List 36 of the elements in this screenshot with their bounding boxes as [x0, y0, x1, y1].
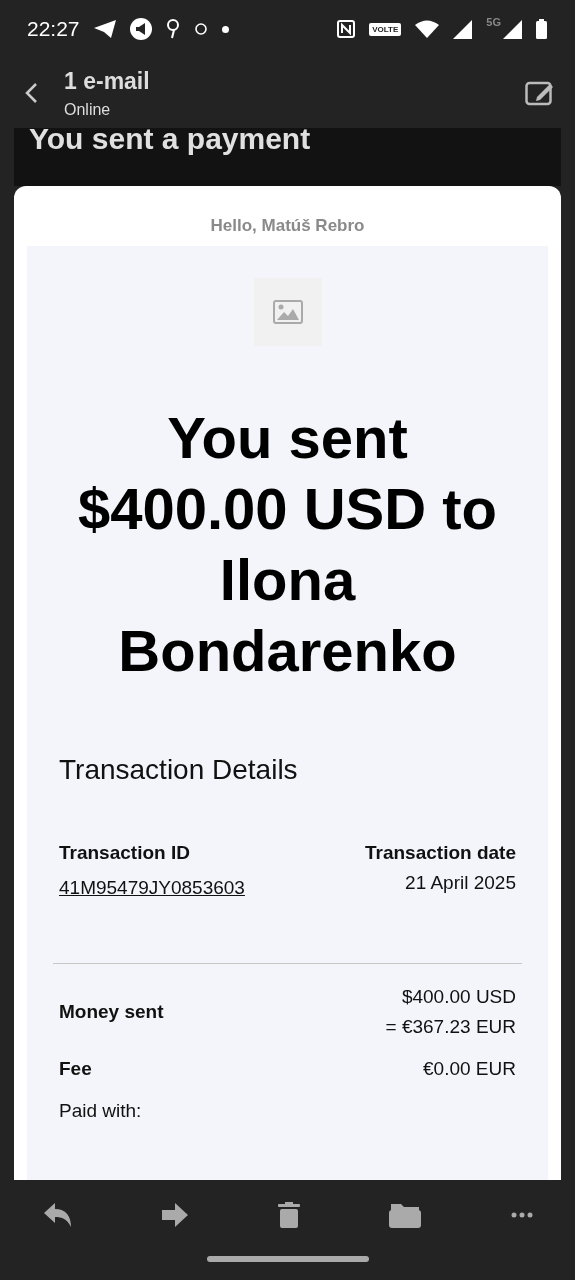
nfc-icon — [337, 20, 356, 38]
folder-icon — [389, 1202, 422, 1228]
wifi-icon — [415, 20, 440, 38]
header-title: 1 e-mail — [64, 67, 151, 95]
email-subject: You sent a payment — [29, 128, 312, 156]
header-subtitle: Online — [64, 100, 112, 119]
battery-icon — [536, 19, 547, 39]
volte-badge: VOLTE — [369, 22, 402, 36]
reply-icon — [44, 1203, 72, 1227]
clock-time: 22:27 — [27, 17, 80, 41]
forward-icon — [161, 1203, 188, 1227]
network-type: 5G — [486, 16, 501, 28]
paper-plane-icon — [93, 20, 116, 38]
trash-icon — [277, 1202, 300, 1228]
section-title: Transaction Details — [59, 754, 299, 786]
amount-value: $400.00 USD — [401, 986, 516, 1008]
transaction-id-link[interactable]: 41M95479JY0853603 — [59, 872, 264, 903]
amount-label: Money sent — [59, 1001, 164, 1023]
paid-with-label: Paid with: — [59, 1100, 143, 1122]
compose-icon — [525, 80, 555, 106]
transaction-id-label: Transaction ID — [59, 842, 190, 864]
dot-icon — [221, 25, 229, 33]
more-icon — [511, 1212, 533, 1218]
signal-icon — [503, 19, 522, 39]
payment-headline: You sent $400.00 USD to Ilona Bondarenko — [76, 404, 499, 685]
location-pin-icon — [165, 18, 180, 40]
amount-value: €0.00 EUR — [423, 1058, 516, 1080]
transaction-date-label: Transaction date — [365, 842, 516, 864]
amount-label: Fee — [59, 1058, 92, 1080]
megaphone-icon — [129, 18, 152, 40]
amount-value: = €367.23 EUR — [385, 1016, 516, 1038]
transaction-date: 21 April 2025 — [405, 872, 516, 894]
greeting-text: Hello, Matúš Rebro — [209, 215, 366, 237]
image-icon — [272, 300, 303, 324]
back-icon — [24, 82, 38, 104]
signal-icon — [453, 19, 473, 39]
